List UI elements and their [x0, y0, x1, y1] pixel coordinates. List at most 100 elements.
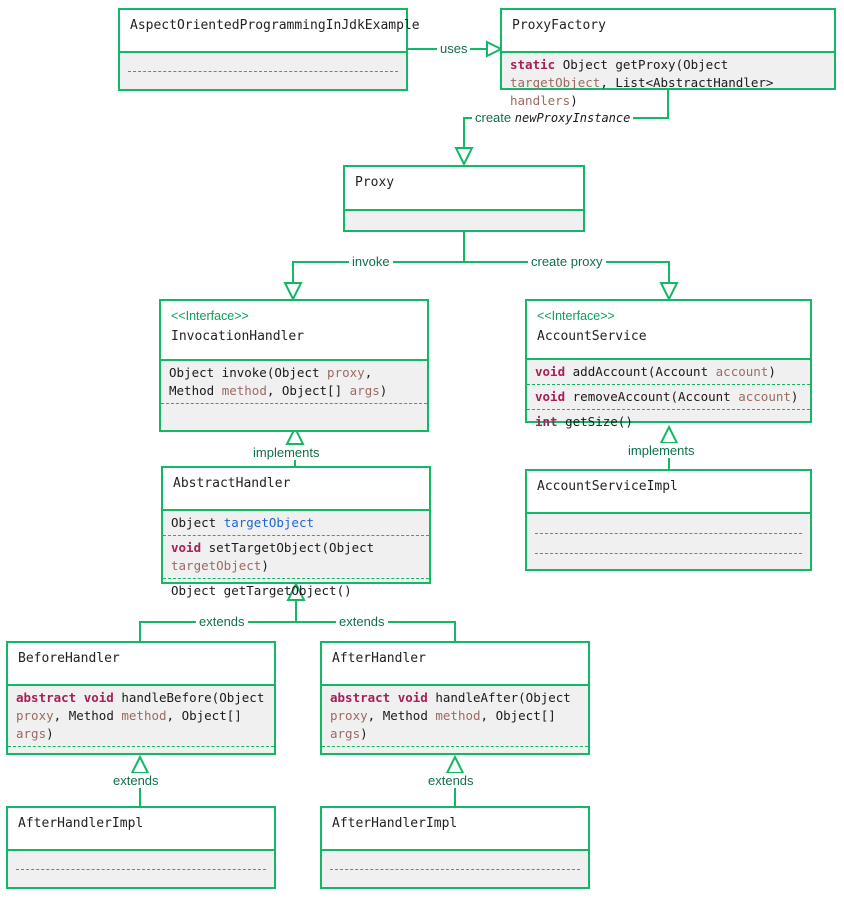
edge-label-invoke: invoke [349, 254, 393, 269]
class-name: InvocationHandler [171, 329, 305, 344]
class-box-aspect-oriented-example[interactable]: AspectOrientedProgrammingInJdkExample [118, 8, 420, 91]
empty-member-row [16, 870, 266, 886]
class-header: <<Interface>> AccountService [527, 301, 810, 358]
member-token-plain: setTargetObject(Object [208, 540, 375, 555]
class-box-proxy-factory[interactable]: ProxyFactory static Object getProxy(Obje… [500, 8, 836, 108]
member-token-param: targetObject [510, 75, 601, 90]
member-token-plain: handleBefore(Object [121, 690, 265, 705]
class-name: BeforeHandler [18, 651, 120, 666]
member-token-param: args [330, 726, 361, 741]
class-body: void addAccount(Account account) void re… [527, 358, 810, 429]
member-token-param: method [221, 383, 267, 398]
class-box-after-handler[interactable]: AfterHandler abstract void handleAfter(O… [320, 641, 590, 755]
class-header: AfterHandler [322, 643, 588, 684]
class-member: void setTargetObject(Object targetObject… [163, 536, 429, 579]
uml-diagram-canvas: uses create newProxyInstance invoke crea… [0, 0, 844, 905]
class-body: Object invoke(Object proxy, Method metho… [161, 359, 427, 430]
class-box-after-handler-impl[interactable]: AfterHandlerImpl [320, 806, 590, 889]
member-token-plain: ) [360, 726, 368, 741]
class-box-proxy[interactable]: Proxy [343, 165, 585, 232]
empty-member-row [128, 72, 398, 88]
member-token-plain: ) [790, 389, 799, 404]
member-token-param: args [16, 726, 47, 741]
empty-member-row [330, 747, 580, 755]
member-token-kw: abstract void [330, 690, 436, 705]
class-member: void removeAccount(Account account) [527, 385, 810, 410]
member-token-kw: void [535, 364, 573, 379]
edge-label-uses: uses [437, 41, 471, 56]
member-token-plain: , List<AbstractHandler> [600, 75, 774, 90]
edge-extends-before-impl-arrowhead [130, 754, 150, 774]
member-token-plain: ) [379, 383, 388, 398]
class-name: AccountServiceImpl [537, 479, 678, 494]
class-header: AccountServiceImpl [527, 471, 810, 512]
class-name: AfterHandler [332, 651, 426, 666]
class-member: abstract void handleAfter(Object proxy, … [322, 686, 588, 747]
member-token-param: proxy [330, 708, 368, 723]
class-body [120, 51, 406, 89]
class-member: abstract void handleBefore(Object proxy,… [8, 686, 274, 747]
empty-member-row [16, 747, 266, 755]
class-member: static Object getProxy(Object targetObje… [502, 53, 834, 113]
member-token-kw: int [535, 414, 566, 429]
empty-member-row [535, 534, 802, 554]
member-token-param: targetObject [171, 558, 262, 573]
edge-create-proxy-arrowhead [659, 282, 679, 302]
empty-member-row [330, 870, 580, 886]
class-name: AfterHandlerImpl [332, 816, 458, 831]
member-token-kw: abstract void [16, 690, 122, 705]
class-header: AfterHandlerImpl [322, 808, 588, 849]
class-box-invocation-handler[interactable]: <<Interface>> InvocationHandler Object i… [159, 299, 429, 432]
member-token-param: account [738, 389, 791, 404]
edge-uses-arrowhead [486, 40, 504, 58]
member-token-kw: void [171, 540, 209, 555]
edge-extends-after-impl-arrowhead [445, 754, 465, 774]
edge-label-extends-after: extends [336, 614, 388, 629]
member-token-plain: , Object[] [166, 708, 242, 723]
class-name: AccountService [537, 329, 647, 344]
empty-member-row [128, 53, 398, 72]
edge-create-newproxyinstance-arrowhead [454, 147, 474, 167]
class-body [527, 512, 810, 569]
empty-member-row [169, 404, 419, 424]
edge-label-extends-before-impl: extends [110, 773, 162, 788]
class-body: abstract void handleAfter(Object proxy, … [322, 684, 588, 753]
member-token-plain: , Method [367, 708, 436, 723]
class-header: Proxy [345, 167, 583, 209]
class-header: BeforeHandler [8, 643, 274, 684]
connector-layer [130, 40, 679, 806]
class-body: Object targetObject void setTargetObject… [163, 509, 429, 598]
class-member: Object invoke(Object proxy, Method metho… [161, 361, 427, 404]
edge-label-create-proxy: create proxy [528, 254, 606, 269]
class-member: Object getTargetObject() [163, 579, 429, 603]
class-box-account-service-impl[interactable]: AccountServiceImpl [525, 469, 812, 571]
class-name: AspectOrientedProgrammingInJdkExample [130, 18, 420, 33]
empty-member-row [16, 851, 266, 870]
empty-member-row [535, 514, 802, 534]
member-token-plain: , Method [53, 708, 122, 723]
member-token-plain: Object getProxy(Object [562, 57, 729, 72]
member-token-kw: static [510, 57, 563, 72]
member-token-plain: handleAfter(Object [435, 690, 571, 705]
class-box-before-handler-impl[interactable]: AfterHandlerImpl [6, 806, 276, 889]
member-token-plain: getSize() [565, 414, 633, 429]
empty-member-row [330, 851, 580, 870]
member-token-plain: ) [768, 364, 776, 379]
class-box-account-service[interactable]: <<Interface>> AccountService void addAcc… [525, 299, 812, 429]
member-token-param: args [349, 383, 380, 398]
class-name: Proxy [355, 175, 395, 190]
class-header: <<Interface>> InvocationHandler [161, 301, 427, 359]
member-token-param: method [121, 708, 167, 723]
member-token-param: account [715, 364, 769, 379]
class-box-abstract-handler[interactable]: AbstractHandler Object targetObject void… [161, 466, 431, 598]
member-token-kw: void [535, 389, 573, 404]
member-token-plain: Object [171, 515, 224, 530]
class-header: AbstractHandler [163, 468, 429, 509]
edge-invoke-arrowhead [283, 282, 303, 302]
member-token-plain: , Object[] [480, 708, 556, 723]
member-token-field: targetObject [223, 515, 314, 530]
member-token-plain: addAccount(Account [572, 364, 716, 379]
member-token-param: handlers [510, 93, 571, 108]
class-box-before-handler[interactable]: BeforeHandler abstract void handleBefore… [6, 641, 276, 755]
class-name: AfterHandlerImpl [18, 816, 144, 831]
